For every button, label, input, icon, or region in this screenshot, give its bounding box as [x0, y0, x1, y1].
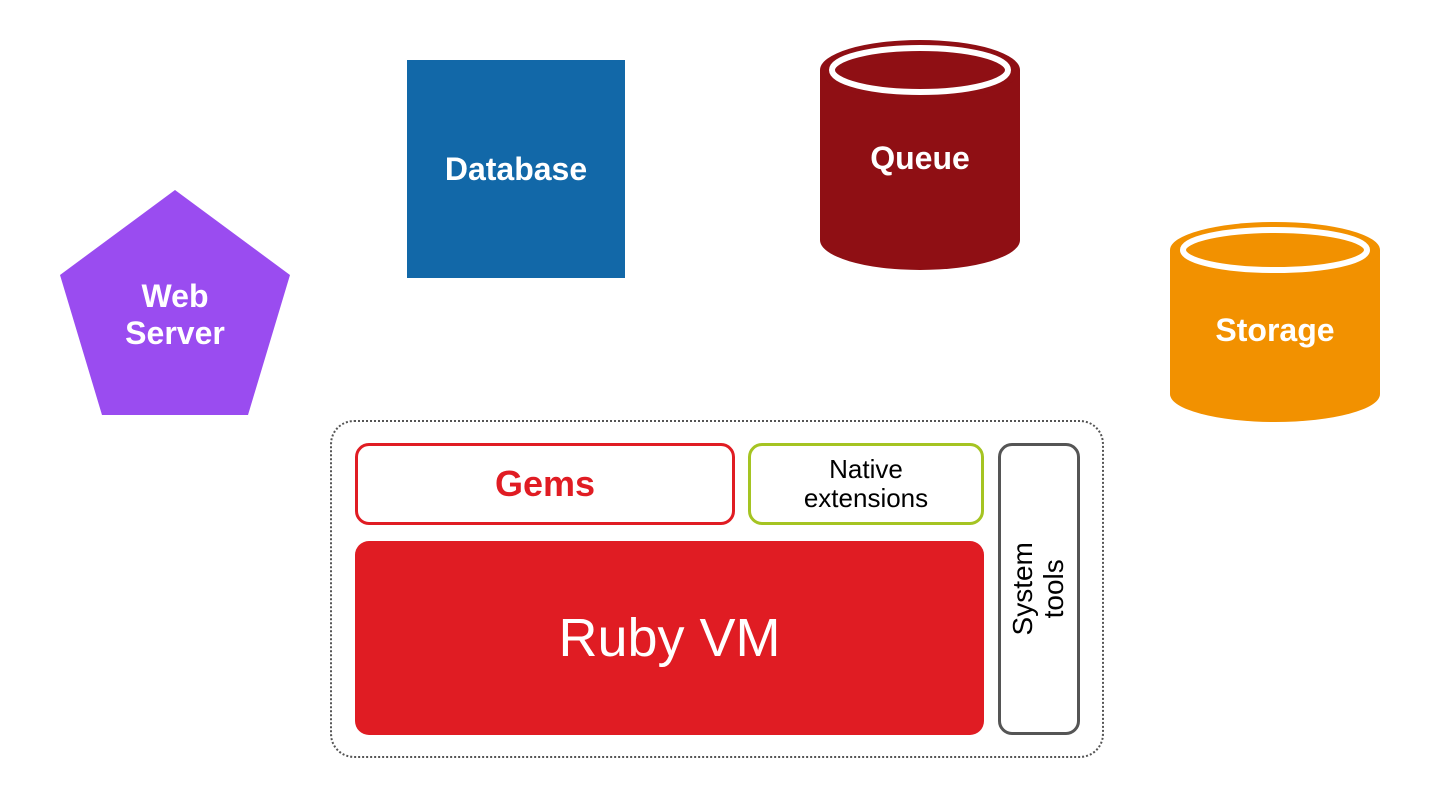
- gems-label: Gems: [495, 463, 595, 505]
- web-server-shape: WebServer: [60, 190, 290, 415]
- web-server-label: WebServer: [60, 278, 290, 352]
- native-extensions-box: Nativeextensions: [748, 443, 984, 525]
- database-label: Database: [445, 151, 587, 188]
- ruby-vm-label: Ruby VM: [558, 607, 780, 669]
- queue-label: Queue: [820, 140, 1020, 177]
- database-shape: Database: [407, 60, 625, 278]
- queue-shape: Queue: [820, 40, 1020, 270]
- storage-shape: Storage: [1170, 222, 1380, 422]
- ruby-vm-box: Ruby VM: [355, 541, 984, 735]
- system-tools-box: Systemtools: [998, 443, 1080, 735]
- storage-label: Storage: [1170, 312, 1380, 349]
- system-tools-label: Systemtools: [1008, 542, 1070, 635]
- gems-box: Gems: [355, 443, 735, 525]
- native-extensions-label: Nativeextensions: [804, 455, 928, 512]
